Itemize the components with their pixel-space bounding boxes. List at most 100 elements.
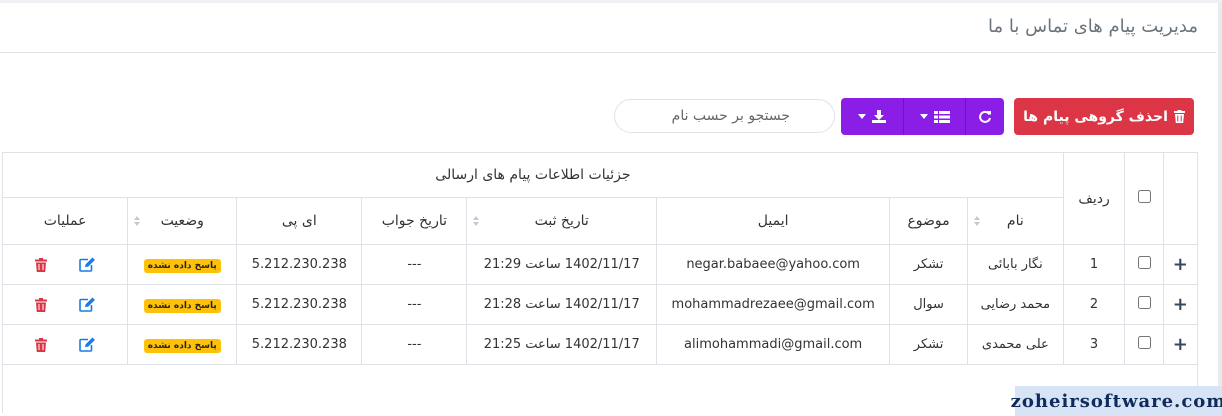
- trash-icon: [34, 337, 47, 352]
- row-status-cell: پاسخ داده نشده: [127, 244, 238, 285]
- delete-row-button[interactable]: [34, 297, 47, 312]
- row-actions: [1, 244, 129, 285]
- row-name: نگار بابائی: [966, 244, 1064, 285]
- row-index: 1: [1062, 244, 1126, 285]
- watermark-logo: zoheirsoftware.com: [1011, 386, 1222, 416]
- row-index: 2: [1062, 284, 1126, 325]
- header-row-columns: نام موضوع ایمیل تاریخ ثبت تاریخ جواب ای …: [1, 197, 1198, 245]
- list-icon: [933, 110, 950, 123]
- row-name: محمد رضایی: [966, 284, 1064, 325]
- row-answered: ---: [361, 244, 468, 285]
- download-icon: [872, 110, 886, 123]
- column-header-registered-label: تاریخ ثبت: [534, 213, 589, 229]
- edit-icon: [78, 257, 95, 272]
- messages-table: ردیف جزئیات اطلاعات پیام های ارسالی نام …: [1, 152, 1199, 413]
- row-email: mohammadrezaee@gmail.com: [656, 284, 891, 325]
- edit-icon: [78, 337, 95, 352]
- table-row: + 1 نگار بابائی تشکر negar.babaee@yahoo.…: [1, 244, 1199, 285]
- column-header-status[interactable]: وضعیت: [127, 197, 238, 245]
- row-status-cell: پاسخ داده نشده: [127, 324, 238, 365]
- table-row: + 3 علی محمدی تشکر alimohammadi@gmail.co…: [1, 324, 1199, 365]
- column-header-name[interactable]: نام: [966, 197, 1064, 245]
- row-answered: ---: [361, 284, 468, 325]
- row-subject: تشکر: [889, 244, 968, 285]
- trash-icon: [34, 257, 47, 272]
- refresh-button[interactable]: [965, 98, 1004, 135]
- edit-row-button[interactable]: [78, 297, 96, 312]
- trash-icon: [34, 297, 47, 312]
- edit-row-button[interactable]: [78, 257, 96, 272]
- row-email: negar.babaee@yahoo.com: [656, 244, 891, 285]
- trash-icon: [1173, 110, 1185, 123]
- column-header-email-label: ایمیل: [757, 213, 789, 229]
- delete-row-button[interactable]: [34, 257, 47, 272]
- plus-icon[interactable]: +: [1173, 294, 1188, 315]
- row-ip: 5.212.230.238: [236, 284, 363, 325]
- status-badge: پاسخ داده نشده: [143, 338, 221, 353]
- row-actions: [1, 324, 129, 365]
- sort-icon: [473, 216, 480, 226]
- select-cell: [1124, 324, 1164, 365]
- row-checkbox[interactable]: [1137, 336, 1151, 349]
- table-toolbar: [841, 98, 1004, 135]
- search-input[interactable]: [614, 99, 835, 133]
- row-status-cell: پاسخ داده نشده: [127, 284, 238, 325]
- column-header-status-label: وضعیت: [160, 213, 204, 229]
- chevron-down-icon: [919, 114, 928, 119]
- column-header-ip-label: ای پی: [281, 213, 317, 229]
- select-cell: [1124, 244, 1164, 285]
- chevron-down-icon: [858, 114, 866, 119]
- bulk-delete-label: احذف گروهی پیام ها: [1023, 108, 1168, 125]
- expand-column-header: [1162, 152, 1199, 245]
- row-registered: 1402/11/17 ساعت 21:28: [466, 284, 658, 325]
- row-ip: 5.212.230.238: [236, 244, 363, 285]
- columns-toggle-button[interactable]: [903, 98, 965, 135]
- column-header-ip: ای پی: [236, 197, 363, 245]
- row-answered: ---: [361, 324, 468, 365]
- plus-icon[interactable]: +: [1173, 334, 1188, 355]
- edit-row-button[interactable]: [78, 337, 96, 352]
- export-button[interactable]: [841, 98, 903, 135]
- title-divider: [0, 52, 1216, 53]
- row-registered: 1402/11/17 ساعت 21:25: [466, 324, 658, 365]
- sort-icon: [973, 216, 980, 226]
- edit-icon: [78, 297, 95, 312]
- page-scrollbar[interactable]: [1218, 3, 1222, 416]
- row-registered: 1402/11/17 ساعت 21:29: [466, 244, 658, 285]
- column-header-name-label: نام: [1006, 213, 1024, 229]
- status-badge: پاسخ داده نشده: [143, 298, 221, 313]
- column-header-subject: موضوع: [889, 197, 968, 245]
- row-actions: [1, 284, 129, 325]
- column-header-registered[interactable]: تاریخ ثبت: [466, 197, 658, 245]
- column-header-actions: عملیات: [1, 197, 129, 245]
- column-header-row: ردیف: [1062, 152, 1126, 245]
- sort-icon: [134, 216, 141, 226]
- column-header-email: ایمیل: [656, 197, 891, 245]
- status-badge: پاسخ داده نشده: [143, 258, 221, 273]
- column-header-answered: تاریخ جواب: [361, 197, 468, 245]
- page-title: مدیریت پیام های تماس با ما: [988, 16, 1198, 37]
- expand-cell: +: [1162, 324, 1199, 365]
- column-header-actions-label: عملیات: [43, 213, 87, 229]
- plus-icon[interactable]: +: [1173, 254, 1188, 275]
- select-all-checkbox[interactable]: [1137, 190, 1151, 203]
- column-header-subject-label: موضوع: [907, 213, 950, 229]
- expand-cell: +: [1162, 284, 1199, 325]
- select-all-cell: [1124, 152, 1164, 245]
- row-subject: سوال: [889, 284, 968, 325]
- group-header: جزئیات اطلاعات پیام های ارسالی: [2, 152, 1064, 198]
- bulk-delete-button[interactable]: احذف گروهی پیام ها: [1014, 98, 1194, 135]
- header-row-group: ردیف جزئیات اطلاعات پیام های ارسالی: [2, 152, 1199, 245]
- top-border: [0, 0, 1222, 3]
- row-index: 3: [1062, 324, 1126, 365]
- column-header-answered-label: تاریخ جواب: [381, 213, 447, 229]
- expand-cell: +: [1162, 244, 1199, 285]
- row-subject: تشکر: [889, 324, 968, 365]
- delete-row-button[interactable]: [34, 337, 47, 352]
- refresh-icon: [979, 110, 991, 123]
- row-name: علی محمدی: [966, 324, 1064, 365]
- row-ip: 5.212.230.238: [236, 324, 363, 365]
- row-email: alimohammadi@gmail.com: [656, 324, 891, 365]
- row-checkbox[interactable]: [1137, 296, 1151, 309]
- row-checkbox[interactable]: [1137, 256, 1151, 269]
